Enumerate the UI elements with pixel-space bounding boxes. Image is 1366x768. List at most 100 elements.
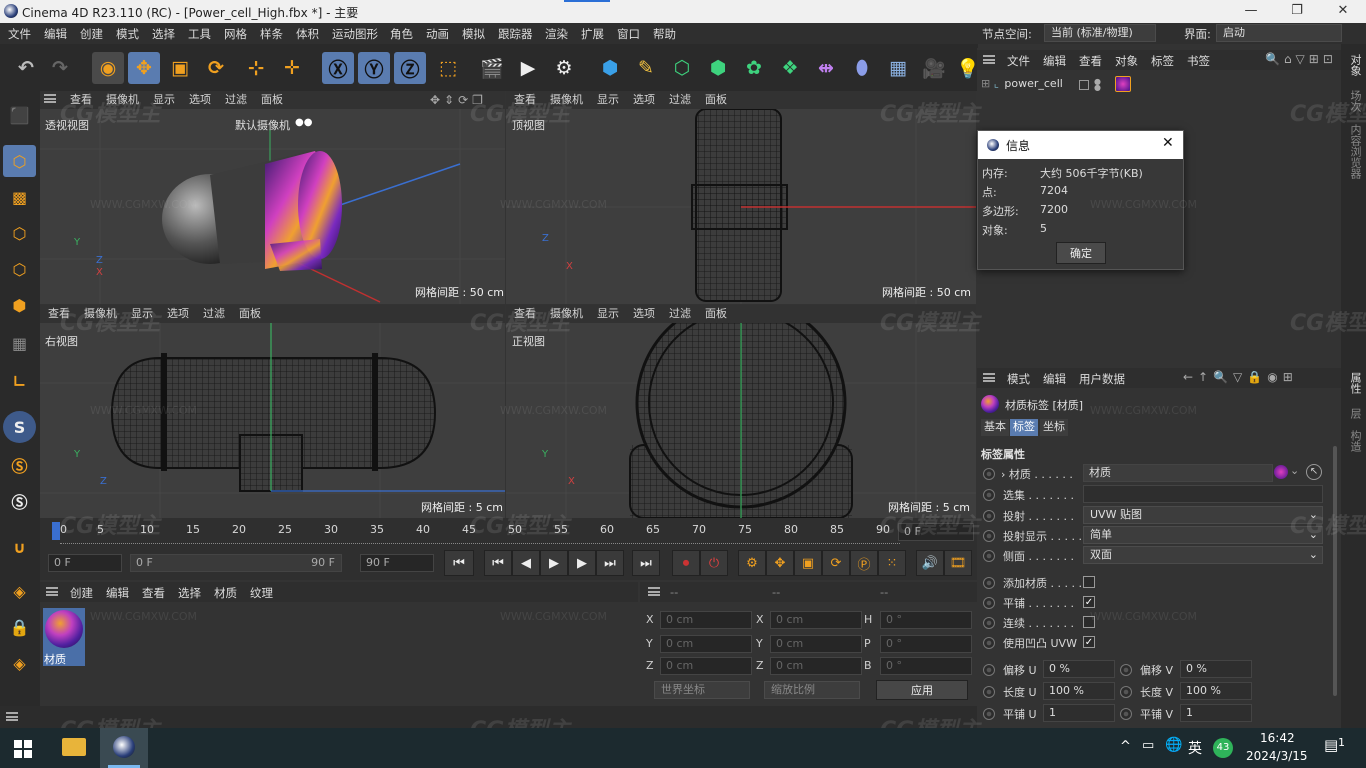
key-pla-icon[interactable]: ⁙	[878, 550, 906, 576]
vp-menu-options[interactable]: 选项	[167, 307, 189, 320]
model-mode-icon[interactable]: ⬡	[3, 145, 36, 177]
anim-dot-icon[interactable]	[983, 686, 995, 698]
world-coords-select[interactable]: 世界坐标	[654, 681, 750, 699]
vp-menu-display[interactable]: 显示	[597, 93, 619, 106]
object-name[interactable]: power_cell	[1004, 77, 1062, 90]
mat-menu-view[interactable]: 查看	[142, 585, 165, 601]
rotate-tool-icon[interactable]: ⟳	[200, 52, 232, 84]
prev-frame-icon[interactable]: ◀	[512, 550, 540, 576]
mat-menu-texture[interactable]: 纹理	[250, 585, 273, 601]
render-view-icon[interactable]: 🎬	[476, 52, 508, 84]
coords-hamburger-icon[interactable]	[648, 587, 660, 596]
material-link-icon[interactable]	[1274, 465, 1288, 479]
tab-structure[interactable]: 构造	[1347, 430, 1363, 452]
clock-time[interactable]: 16:42	[1260, 731, 1295, 745]
clock-date[interactable]: 2024/3/15	[1246, 749, 1308, 763]
apply-button[interactable]: 应用	[876, 680, 968, 700]
tab-takes[interactable]: 场次	[1347, 90, 1363, 112]
tiles-u-field[interactable]: 1	[1043, 704, 1115, 722]
mat-menu-edit[interactable]: 编辑	[106, 585, 129, 601]
expand-icon[interactable]: ⊞	[981, 77, 990, 90]
goto-start-icon[interactable]: ⏮	[444, 550, 474, 576]
obj-search-icons[interactable]: 🔍⌂▽⊞⊡	[1265, 52, 1337, 66]
file-explorer-icon[interactable]	[62, 738, 86, 756]
current-frame-right[interactable]: 0 F	[898, 523, 974, 541]
close-button[interactable]: ✕	[1320, 0, 1366, 23]
vp-menu-display[interactable]: 显示	[153, 93, 175, 106]
bump-uvw-checkbox[interactable]: ✓	[1083, 636, 1095, 648]
tiles-v-field[interactable]: 1	[1180, 704, 1252, 722]
lock-workplane-icon[interactable]: 🔒	[3, 611, 36, 643]
menu-spline[interactable]: 样条	[260, 26, 283, 42]
offset-u-field[interactable]: 0 %	[1043, 660, 1115, 678]
tab-content-browser[interactable]: 内容浏览器	[1347, 124, 1363, 179]
coord-field[interactable]: 0 °	[880, 657, 972, 675]
undo-icon[interactable]: ↶	[10, 52, 42, 84]
menu-tools[interactable]: 工具	[188, 26, 211, 42]
snap-settings-icon[interactable]: Ⓢ	[3, 449, 36, 481]
tile-checkbox[interactable]: ✓	[1083, 596, 1095, 608]
vp-menu-filter[interactable]: 过滤	[203, 307, 225, 320]
vp-menu-filter[interactable]: 过滤	[669, 307, 691, 320]
material-tag-icon[interactable]	[1115, 76, 1131, 92]
anim-dot-icon[interactable]	[983, 664, 995, 676]
attr-menu-mode[interactable]: 模式	[1007, 371, 1030, 387]
vp-menu-panel[interactable]: 面板	[261, 93, 283, 106]
vp-menu-options[interactable]: 选项	[633, 307, 655, 320]
vp-menu-panel[interactable]: 面板	[705, 93, 727, 106]
magnet-icon[interactable]: ∪	[3, 531, 36, 563]
vp-menu-camera[interactable]: 摄像机	[84, 307, 117, 320]
coord-field[interactable]: 0 cm	[770, 635, 862, 653]
anim-dot-icon[interactable]	[983, 530, 995, 542]
mat-menu-select[interactable]: 选择	[178, 585, 201, 601]
length-v-field[interactable]: 100 %	[1180, 682, 1252, 700]
projdisplay-select[interactable]: 简单 ⌄	[1083, 526, 1323, 544]
keyframe-selection-icon[interactable]: ⚙	[738, 550, 766, 576]
attr-tab-basic[interactable]: 基本	[981, 419, 1009, 436]
transform-tool-icon[interactable]: ✛	[276, 52, 308, 84]
menu-render[interactable]: 渲染	[545, 26, 568, 42]
axis-mode-icon[interactable]: ∟	[3, 365, 36, 397]
scale-tool-icon[interactable]: ▣	[164, 52, 196, 84]
material-link-arrow-icon[interactable]: ⌄	[1290, 464, 1299, 477]
material-hamburger-icon[interactable]	[46, 587, 58, 596]
vp-menu-camera[interactable]: 摄像机	[106, 93, 139, 106]
obj-menu-edit[interactable]: 编辑	[1043, 53, 1066, 69]
key-rotation-icon[interactable]: ⟳	[822, 550, 850, 576]
redo-icon[interactable]: ↷	[44, 52, 76, 84]
render-picture-viewer-icon[interactable]: ▶	[512, 52, 544, 84]
material-swatch[interactable]: 材质	[43, 608, 85, 666]
menu-simulate[interactable]: 模拟	[462, 26, 485, 42]
make-editable-icon[interactable]: ⬛	[3, 99, 36, 131]
polygons-mode-icon[interactable]: ⬢	[3, 289, 36, 321]
menu-window[interactable]: 窗口	[617, 26, 640, 42]
coord-field[interactable]: 0 cm	[660, 611, 752, 629]
menu-animate[interactable]: 动画	[426, 26, 449, 42]
menu-mesh[interactable]: 网格	[224, 26, 247, 42]
coord-field[interactable]: 0 cm	[770, 657, 862, 675]
viewport-camera[interactable]: 默认摄像机	[235, 117, 290, 133]
vp-menu-options[interactable]: 选项	[633, 93, 655, 106]
offset-v-field[interactable]: 0 %	[1180, 660, 1252, 678]
frame-range-slider[interactable]: 0 F 90 F	[130, 554, 342, 572]
menu-volume[interactable]: 体积	[296, 26, 319, 42]
autokey-icon[interactable]: ⏻	[700, 550, 728, 576]
anim-dot-icon[interactable]	[983, 550, 995, 562]
attr-menu-edit[interactable]: 编辑	[1043, 371, 1066, 387]
vp-menu-panel[interactable]: 面板	[239, 307, 261, 320]
subdivision-icon[interactable]: ⬡	[666, 52, 698, 84]
windows-start-icon[interactable]	[14, 740, 32, 758]
object-row[interactable]: ⊞ ⌞ power_cell	[981, 77, 1063, 90]
attr-hamburger-icon[interactable]	[983, 373, 995, 382]
grid-icon[interactable]: ◈	[3, 647, 36, 679]
vp-menu-view[interactable]: 查看	[514, 307, 536, 320]
obj-menu-file[interactable]: 文件	[1007, 53, 1030, 69]
playhead[interactable]	[52, 522, 60, 540]
viewport-hamburger-icon[interactable]	[44, 94, 56, 103]
floor-icon[interactable]: ▦	[882, 52, 914, 84]
viewport-top[interactable]: 查看 摄像机 显示 选项 过滤 面板 顶视图 网格间距 : 50 cm Z X	[506, 91, 976, 304]
obj-menu-object[interactable]: 对象	[1115, 53, 1138, 69]
ok-button[interactable]: 确定	[1056, 242, 1106, 264]
timeline-ruler[interactable]: 0 5 10 15 20 25 30 35 40 45 50 55 60 65 …	[40, 518, 977, 546]
vp-menu-view[interactable]: 查看	[514, 93, 536, 106]
